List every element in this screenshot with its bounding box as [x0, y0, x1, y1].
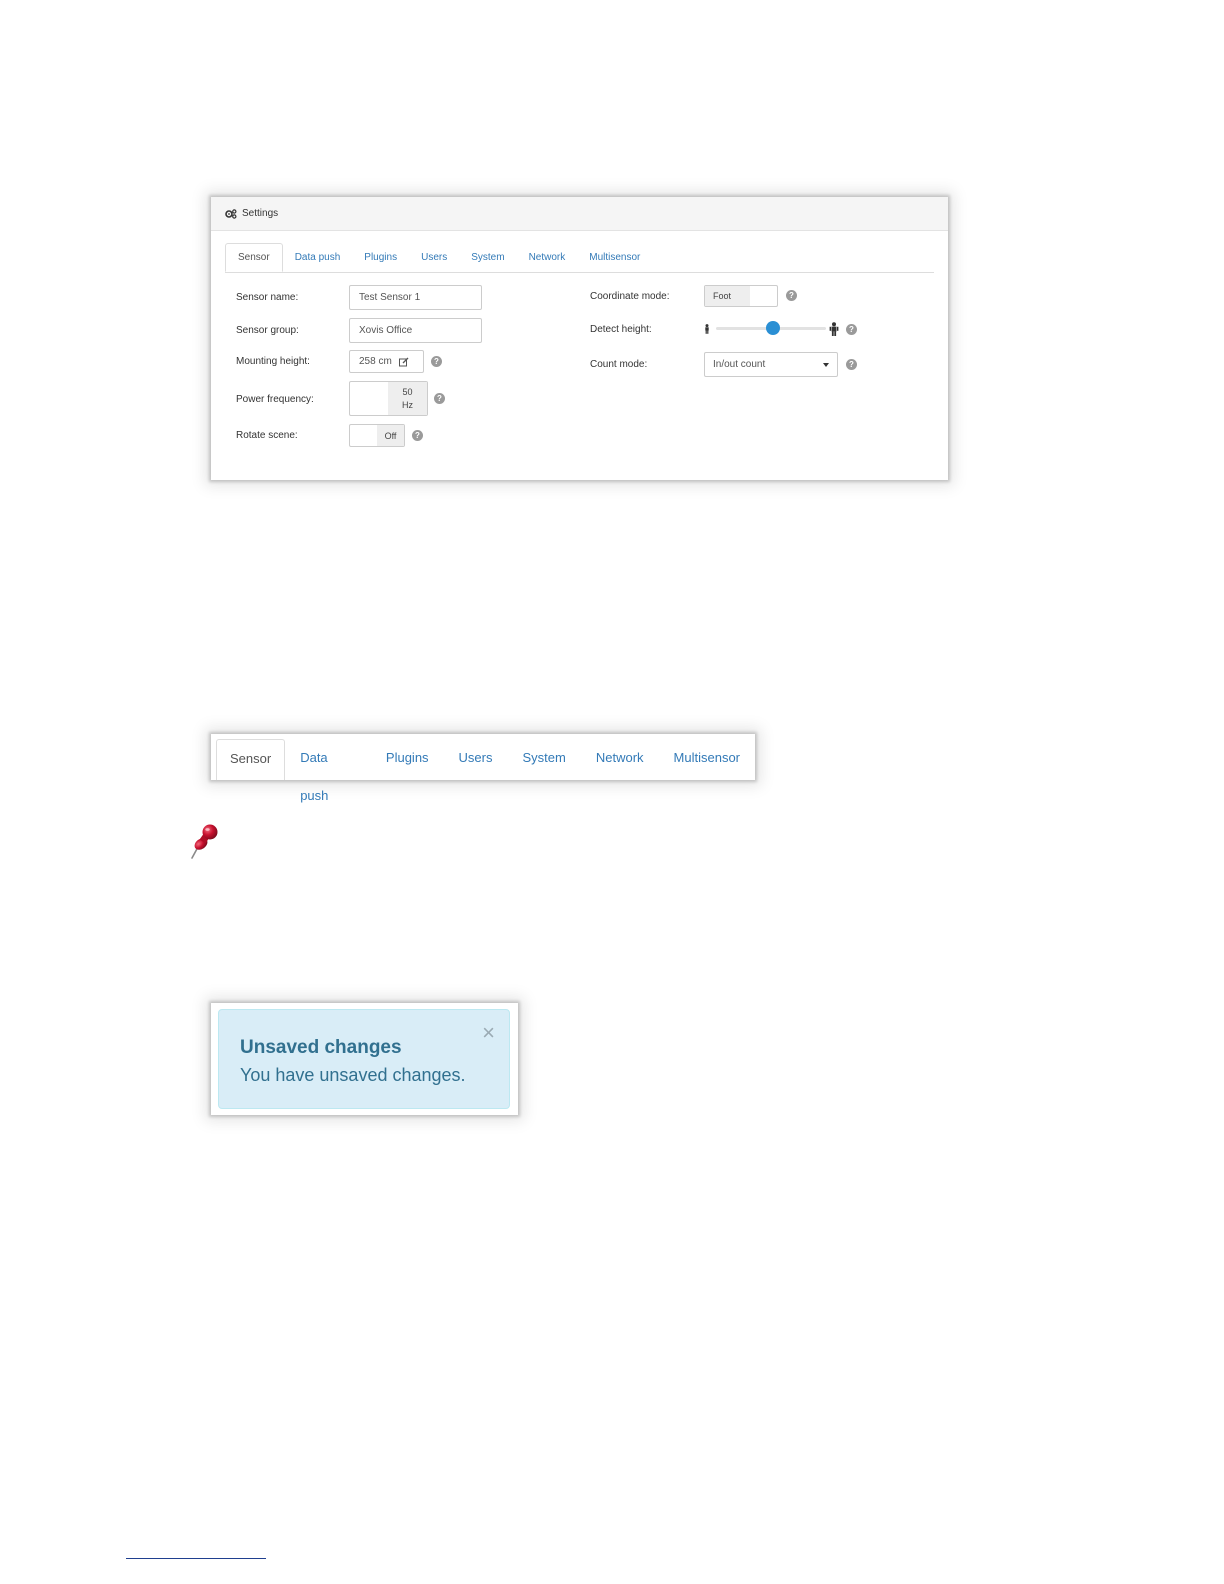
detect-height-help-icon[interactable]: ? — [846, 324, 857, 335]
mounting-height-label: Mounting height: — [236, 356, 310, 367]
tabs-strip: Sensor Data push Plugins Users System Ne… — [211, 734, 755, 803]
power-frequency-number: 50 — [402, 386, 413, 397]
tab-multisensor[interactable]: Multisensor — [577, 243, 652, 272]
detect-height-label: Detect height: — [590, 324, 652, 335]
count-mode-select[interactable]: In/out count — [704, 352, 838, 377]
detect-height-slider-handle[interactable] — [766, 321, 780, 335]
power-frequency-value: 50 Hz — [388, 382, 427, 415]
chevron-down-icon — [823, 363, 829, 367]
mounting-height-help-icon[interactable]: ? — [431, 356, 442, 367]
tab-users[interactable]: Users — [409, 243, 459, 272]
rotate-scene-value: Off — [377, 425, 404, 446]
tab-network[interactable]: Network — [517, 243, 578, 272]
settings-tabs: Sensor Data push Plugins Users System Ne… — [225, 243, 934, 273]
panel-header: Settings — [211, 197, 948, 231]
coordinate-mode-value: Foot — [705, 286, 750, 306]
close-icon[interactable]: × — [482, 1022, 495, 1044]
tab-plugins[interactable]: Plugins — [352, 243, 409, 272]
alert-box: × Unsaved changes You have unsaved chang… — [218, 1009, 510, 1109]
alert-title: Unsaved changes — [240, 1037, 402, 1058]
person-small-icon — [705, 324, 709, 334]
tab-multisensor[interactable]: Multisensor — [659, 739, 755, 780]
tab-sensor[interactable]: Sensor — [216, 739, 286, 780]
alert-message: You have unsaved changes. — [240, 1065, 466, 1085]
power-frequency-toggle[interactable]: 50 Hz — [349, 381, 428, 416]
unsaved-changes-alert: × Unsaved changes You have unsaved chang… — [211, 1003, 518, 1115]
sensor-name-value: Test Sensor 1 — [359, 292, 421, 303]
tab-network[interactable]: Network — [581, 739, 659, 780]
coordinate-mode-toggle[interactable]: Foot — [704, 285, 778, 307]
toggle-blank — [350, 382, 388, 415]
count-mode-label: Count mode: — [590, 359, 648, 370]
footnote-separator — [126, 1558, 266, 1559]
power-frequency-help-icon[interactable]: ? — [434, 393, 445, 404]
sensor-group-value: Xovis Office — [359, 325, 413, 336]
mounting-height-value: 258 cm — [359, 356, 392, 367]
rotate-scene-label: Rotate scene: — [236, 430, 298, 441]
tab-plugins[interactable]: Plugins — [371, 739, 444, 780]
toggle-blank — [750, 286, 777, 306]
rotate-scene-toggle[interactable]: Off — [349, 424, 405, 447]
coordinate-mode-label: Coordinate mode: — [590, 291, 670, 302]
rotate-scene-help-icon[interactable]: ? — [412, 430, 423, 441]
tab-users[interactable]: Users — [444, 739, 508, 780]
mounting-height-button[interactable]: 258 cm — [349, 350, 424, 373]
panel-title: Settings — [242, 208, 279, 219]
sensor-group-label: Sensor group: — [236, 325, 299, 336]
gears-icon — [225, 208, 237, 219]
power-frequency-unit: Hz — [402, 399, 413, 410]
sensor-name-input[interactable]: Test Sensor 1 — [349, 285, 482, 310]
detect-height-slider[interactable] — [716, 321, 826, 335]
tab-system[interactable]: System — [508, 739, 581, 780]
toggle-blank — [350, 425, 377, 446]
edit-icon — [398, 357, 409, 366]
tabs-strip-tabs: Sensor Data push Plugins Users System Ne… — [216, 739, 755, 803]
settings-panel: Settings Sensor Data push Plugins Users … — [211, 197, 948, 480]
coordinate-mode-help-icon[interactable]: ? — [786, 290, 797, 301]
person-large-icon — [829, 322, 839, 336]
tab-data-push[interactable]: Data push — [285, 739, 371, 803]
tab-sensor[interactable]: Sensor — [225, 243, 283, 272]
count-mode-value: In/out count — [713, 359, 766, 370]
sensor-name-label: Sensor name: — [236, 292, 299, 303]
count-mode-help-icon[interactable]: ? — [846, 359, 857, 370]
tab-data-push[interactable]: Data push — [283, 243, 353, 272]
tab-system[interactable]: System — [459, 243, 516, 272]
pushpin-icon — [191, 824, 218, 859]
sensor-group-input[interactable]: Xovis Office — [349, 318, 482, 343]
power-frequency-label: Power frequency: — [236, 394, 314, 405]
